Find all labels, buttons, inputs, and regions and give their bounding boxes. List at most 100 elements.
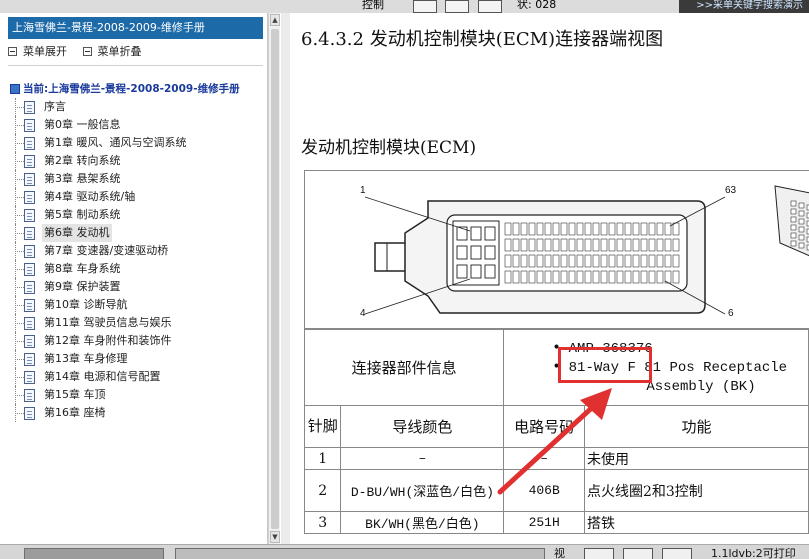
view-button-2[interactable] (623, 548, 653, 559)
terminal-cavity (664, 222, 672, 236)
circuit-cell: 406B (503, 469, 585, 512)
pane-splitter[interactable] (281, 13, 290, 544)
tree-item[interactable]: 第2章 转向系统 (10, 152, 266, 170)
tree-item[interactable]: 第5章 制动系统 (10, 206, 266, 224)
terminal-cavity (576, 254, 584, 268)
terminal-cavity (608, 238, 616, 252)
side-pin (790, 200, 797, 207)
tree-item[interactable]: 第1章 暖风、通风与空调系统 (10, 134, 266, 152)
tree-item[interactable]: 第11章 驾驶员信息与娱乐 (10, 314, 266, 332)
tree-item[interactable]: 第8章 车身系统 (10, 260, 266, 278)
connector-info-list: • AMP 368376 • 81-Way F 81 Pos Receptacle As… (504, 339, 808, 396)
tree-item[interactable]: 第0章 一般信息 (10, 116, 266, 134)
tree-item-label: 第2章 转向系统 (44, 154, 121, 167)
pin-cell: 3 (303, 511, 342, 534)
search-demo-banner[interactable]: >>采单关键字搜索演示 (679, 0, 809, 13)
scrollbar-thumb[interactable] (271, 29, 279, 529)
terminal-cavity (640, 222, 648, 236)
tree-root[interactable]: 当前:上海雪佛兰-景程-2008-2009-维修手册 (10, 80, 266, 98)
terminal-cavity (484, 245, 496, 260)
tree-item[interactable]: 第12章 车身附件和装饰件 (10, 332, 266, 350)
tree-item[interactable]: 第3章 悬架系统 (10, 170, 266, 188)
tree-item[interactable]: 第7章 变速器/变速驱动桥 (10, 242, 266, 260)
large-terminal-cavities (456, 226, 496, 279)
terminal-cavity (528, 270, 536, 284)
pin-cell: 2 (303, 469, 342, 512)
terminal-cavity (584, 238, 592, 252)
tree-item-label: 第3章 悬架系统 (44, 172, 121, 185)
terminal-cavity (600, 222, 608, 236)
toolbar-prev-page-button[interactable] (445, 0, 469, 13)
terminal-cavity (592, 222, 600, 236)
status-segment-main (175, 548, 545, 559)
tree-item[interactable]: 第9章 保护装置 (10, 278, 266, 296)
connector-info-row: 连接器部件信息 • AMP 368376 • 81-Way F 81 Pos Rece… (303, 329, 809, 406)
pin-label-4: 4 (360, 308, 366, 319)
terminal-cavity (504, 238, 512, 252)
document-icon (24, 100, 35, 114)
sidebar-divider (8, 65, 263, 66)
view-button-3[interactable] (662, 548, 692, 559)
terminal-cavity (576, 270, 584, 284)
terminal-cavity (520, 238, 528, 252)
tree-item[interactable]: 第4章 驱动系统/轴 (10, 188, 266, 206)
terminal-cavity (616, 270, 624, 284)
document-icon (24, 154, 35, 168)
tree-item[interactable]: 第15章 车顶 (10, 386, 266, 404)
tree-item-label: 第16章 座椅 (44, 406, 106, 419)
tree-item-label: 第11章 驾驶员信息与娱乐 (44, 316, 172, 329)
tree-item[interactable]: 第16章 座椅 (10, 404, 266, 422)
side-pin (798, 202, 805, 209)
terminal-cavity (600, 270, 608, 284)
scroll-down-icon[interactable]: ▼ (270, 531, 280, 543)
tree-item[interactable]: 序言 (10, 98, 266, 116)
collapse-icon (82, 47, 92, 56)
tree-item[interactable]: 第10章 诊断导航 (10, 296, 266, 314)
terminal-cavity (456, 226, 468, 241)
tree-item[interactable]: 第6章 发动机 (10, 224, 266, 242)
terminal-cavity (624, 222, 632, 236)
terminal-cavity (568, 254, 576, 268)
terminal-cavity (608, 222, 616, 236)
tree-item[interactable]: 第13章 车身修理 (10, 350, 266, 368)
document-icon (24, 352, 35, 366)
tree-item-label: 第12章 车身附件和装饰件 (44, 334, 172, 347)
terminal-cavity (632, 222, 640, 236)
tree-item-label: 第10章 诊断导航 (44, 298, 128, 311)
collapse-menu-button[interactable]: 菜单折叠 (82, 43, 142, 59)
terminal-cavity (664, 238, 672, 252)
document-icon (24, 244, 35, 258)
manual-root-icon (10, 84, 20, 94)
terminal-cavity (528, 254, 536, 268)
sidebar-title: 上海雪佛兰-景程-2008-2009-维修手册 (8, 17, 263, 39)
function-cell: 未使用 (583, 447, 809, 470)
terminal-cavity (656, 222, 664, 236)
table-row: 2 D-BU/WH(深蓝色/白色) 406B 点火线圈2和3控制 (303, 469, 809, 512)
terminal-cavity (484, 226, 496, 241)
tree-item-label: 第4章 驱动系统/轴 (44, 190, 136, 203)
side-pin (790, 216, 797, 223)
terminal-cavity (600, 254, 608, 268)
view-button-1[interactable] (584, 548, 614, 559)
terminal-cavity (504, 270, 512, 284)
terminal-cavity (528, 238, 536, 252)
tree-item[interactable]: 第14章 电源和信号配置 (10, 368, 266, 386)
side-pin (790, 232, 797, 239)
terminal-cavity (672, 222, 680, 236)
wire-color-cell: BK/WH(黑色/白色) (340, 511, 505, 534)
tree-item-label: 第1章 暖风、通风与空调系统 (44, 136, 187, 149)
expand-menu-button[interactable]: 菜单展开 (8, 43, 67, 59)
pin-label-63: 63 (725, 185, 737, 196)
terminal-cavity (552, 270, 560, 284)
terminal-cavity (664, 254, 672, 268)
toolbar-next-page-button[interactable] (478, 0, 502, 13)
document-icon (24, 316, 35, 330)
terminal-cavity (616, 238, 624, 252)
terminal-cavity (512, 222, 520, 236)
toolbar-control-label: 控制 (362, 0, 384, 11)
sidebar-scrollbar[interactable]: ▲ ▼ (268, 13, 280, 544)
tree-root-label: 当前:上海雪佛兰-景程-2008-2009-维修手册 (23, 83, 240, 95)
scroll-up-icon[interactable]: ▲ (270, 14, 280, 26)
document-icon (24, 118, 35, 132)
toolbar-first-page-button[interactable] (413, 0, 437, 13)
